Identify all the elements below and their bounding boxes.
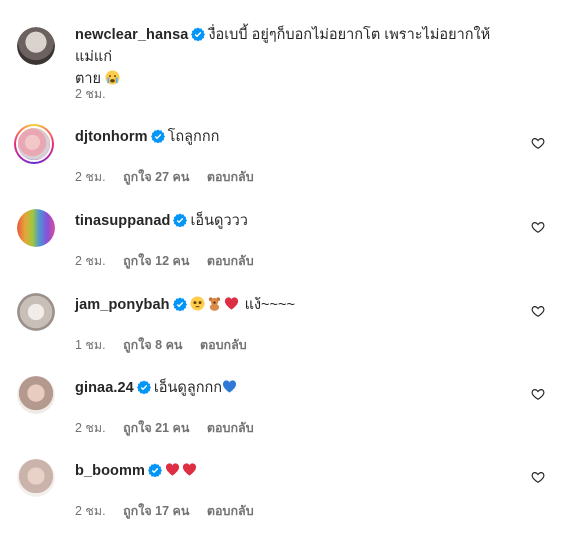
comment-username[interactable]: newclear_hansa	[75, 27, 188, 43]
comment-likes[interactable]: ถูกใจ 27 คน	[123, 170, 189, 184]
comment: ginaa.24 เอ็นดูลูกกก 2 ชม. ถูกใจ 21 คน ตอ…	[0, 375, 561, 459]
reply-button[interactable]: ตอบกลับ	[207, 504, 254, 518]
crying-face-emoji	[105, 70, 120, 85]
comment-username[interactable]: djtonhorm	[75, 129, 148, 145]
comment-time[interactable]: 2 ชม.	[75, 254, 106, 268]
like-heart-icon[interactable]	[531, 220, 545, 234]
verified-badge-icon	[136, 380, 151, 394]
comment: newclear_hansa งื่อเบบี้ อยู่ๆก็บอกไม่อยา…	[0, 17, 561, 101]
verified-badge-icon	[150, 129, 165, 143]
comment-likes[interactable]: ถูกใจ 8 คน	[123, 338, 182, 352]
comment-username[interactable]: jam_ponybah	[75, 297, 170, 313]
comment-username[interactable]: tinasuppanad	[75, 213, 170, 229]
red-heart-emoji	[182, 463, 197, 476]
like-heart-icon[interactable]	[531, 470, 545, 484]
avatar[interactable]	[17, 376, 55, 414]
comment-likes[interactable]: ถูกใจ 21 คน	[123, 421, 189, 435]
comment-text: เอ็นดูววว	[190, 213, 248, 229]
comment-likes[interactable]: ถูกใจ 12 คน	[123, 254, 189, 268]
comment-time[interactable]: 2 ชม.	[75, 504, 106, 518]
comment-username[interactable]: ginaa.24	[75, 380, 134, 396]
comment-time[interactable]: 2 ชม.	[75, 87, 106, 101]
like-heart-icon[interactable]	[531, 136, 545, 150]
red-heart-emoji	[224, 297, 238, 310]
pleading-face-emoji	[190, 296, 205, 311]
comment-text: แง้~~~~	[244, 297, 295, 313]
reply-button[interactable]: ตอบกลับ	[207, 254, 254, 268]
verified-badge-icon	[172, 297, 187, 311]
avatar[interactable]	[17, 459, 55, 497]
verified-badge-icon	[147, 463, 162, 477]
like-heart-icon[interactable]	[531, 304, 545, 318]
avatar[interactable]	[17, 209, 55, 247]
comment: djtonhorm โถลูกกก 2 ชม. ถูกใจ 27 คน ตอบกล…	[0, 124, 561, 208]
like-heart-icon[interactable]	[531, 387, 545, 401]
reply-button[interactable]: ตอบกลับ	[207, 170, 254, 184]
comment-username[interactable]: b_boomm	[75, 463, 145, 479]
comment: jam_ponybah แง้~~~~ 1 ชม. ถูกใจ 8 คน ตอบ…	[0, 292, 561, 376]
avatar[interactable]	[17, 27, 55, 65]
verified-badge-icon	[191, 27, 206, 41]
comment: b_boomm 2 ชม. ถูกใจ 17 คน ตอบกลับ	[0, 458, 561, 542]
comment-time[interactable]: 1 ชม.	[75, 338, 106, 352]
red-heart-emoji	[165, 463, 180, 476]
reply-button[interactable]: ตอบกลับ	[207, 421, 254, 435]
comment-text: โถลูกกก	[167, 129, 220, 145]
avatar[interactable]	[17, 293, 55, 331]
blue-heart-emoji	[223, 380, 237, 393]
comment-text: เอ็นดูลูกกก	[153, 380, 223, 396]
reply-button[interactable]: ตอบกลับ	[200, 338, 247, 352]
comment: tinasuppanad เอ็นดูววว 2 ชม. ถูกใจ 12 คน …	[0, 208, 561, 292]
comment-time[interactable]: 2 ชม.	[75, 170, 106, 184]
verified-badge-icon	[173, 213, 188, 227]
avatar[interactable]	[14, 124, 54, 164]
comment-time[interactable]: 2 ชม.	[75, 421, 106, 435]
teddy-bear-emoji	[208, 297, 220, 311]
comment-likes[interactable]: ถูกใจ 17 คน	[123, 504, 189, 518]
